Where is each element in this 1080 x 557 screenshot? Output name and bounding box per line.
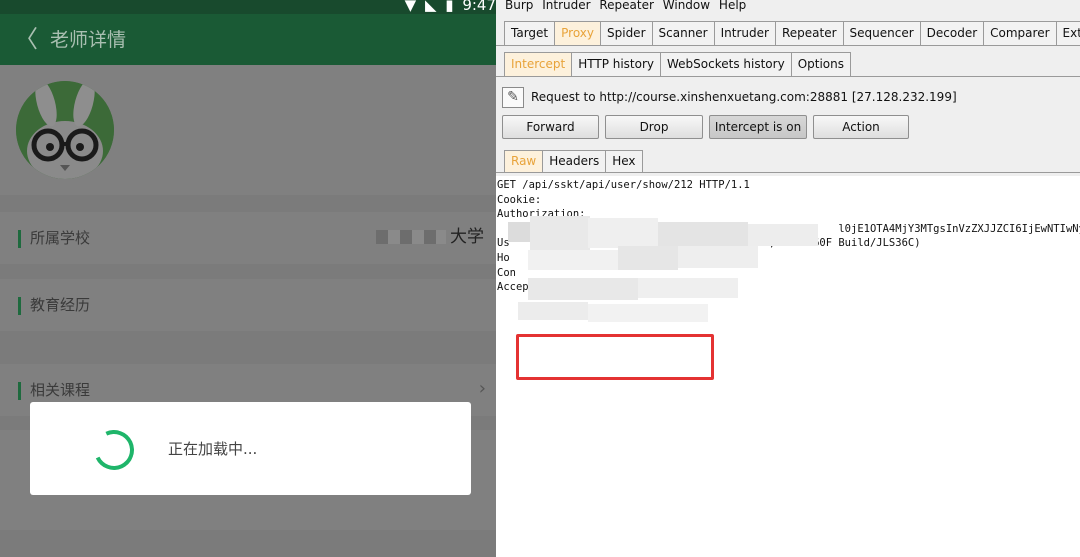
blurred-text bbox=[376, 230, 446, 244]
redaction-mosaic bbox=[508, 216, 868, 326]
drop-button[interactable]: Drop bbox=[605, 115, 703, 139]
back-arrow-icon[interactable]: 〈 bbox=[14, 26, 38, 52]
battery-icon: ▮ bbox=[445, 0, 454, 14]
tab-target[interactable]: Target bbox=[504, 21, 556, 45]
tab-spider[interactable]: Spider bbox=[600, 21, 653, 45]
tab-divider bbox=[496, 45, 1080, 46]
android-app-screen: ▼ ◣ ▮ 9:47 〈 老师详情 所属学校 大学 教育经历 相关课程 › 正在… bbox=[0, 0, 496, 557]
request-editor[interactable]: GET /api/sskt/api/user/show/212 HTTP/1.1… bbox=[496, 176, 1080, 557]
status-time: 9:47 bbox=[462, 0, 496, 14]
tab-comparer[interactable]: Comparer bbox=[983, 21, 1057, 45]
row-accent-bar bbox=[18, 382, 21, 400]
loading-dialog: 正在加载中... bbox=[30, 402, 471, 495]
tab-decoder[interactable]: Decoder bbox=[919, 21, 985, 45]
page-title: 老师详情 bbox=[50, 29, 127, 51]
tab-hex[interactable]: Hex bbox=[605, 150, 643, 172]
tab-divider bbox=[496, 172, 1080, 173]
menu-help[interactable]: Help bbox=[719, 0, 746, 12]
request-line: GET /api/sskt/api/user/show/212 HTTP/1.1 bbox=[497, 179, 750, 191]
edit-pencil-icon[interactable]: ✎ bbox=[502, 87, 524, 108]
tab-sequencer[interactable]: Sequencer bbox=[842, 21, 921, 45]
tab-raw[interactable]: Raw bbox=[504, 150, 544, 172]
tab-scanner[interactable]: Scanner bbox=[651, 21, 715, 45]
menu-intruder[interactable]: Intruder bbox=[542, 0, 590, 12]
avatar bbox=[16, 81, 114, 179]
tab-intercept[interactable]: Intercept bbox=[504, 52, 573, 76]
education-label: 教育经历 bbox=[30, 296, 91, 314]
status-icons: ▼ ◣ ▮ 9:47 bbox=[401, 0, 496, 14]
request-line: Cookie: bbox=[497, 193, 542, 206]
teacher-header-card bbox=[0, 65, 496, 195]
message-view-tabs: Raw Headers Hex bbox=[504, 150, 643, 174]
spinner-icon bbox=[88, 424, 140, 476]
menu-repeater[interactable]: Repeater bbox=[599, 0, 654, 12]
menu-burp[interactable]: Burp bbox=[505, 0, 533, 12]
school-value: 大学 bbox=[376, 226, 484, 248]
burp-chrome: Burp Intruder Repeater Window Help Targe… bbox=[496, 0, 1080, 176]
tab-headers[interactable]: Headers bbox=[542, 150, 607, 172]
signal-icon: ◣ bbox=[424, 0, 437, 14]
action-button[interactable]: Action bbox=[813, 115, 909, 139]
main-tabs: Target Proxy Spider Scanner Intruder Repeater… bbox=[504, 21, 1080, 46]
burp-suite-window: Burp Intruder Repeater Window Help Targe… bbox=[496, 0, 1080, 557]
school-row[interactable]: 所属学校 大学 bbox=[0, 212, 496, 264]
education-row[interactable]: 教育经历 bbox=[0, 279, 496, 331]
menu-window[interactable]: Window bbox=[663, 0, 710, 12]
menu-bar: Burp Intruder Repeater Window Help bbox=[505, 0, 751, 12]
intercept-toggle-button[interactable]: Intercept is on bbox=[709, 115, 807, 139]
tab-websockets-history[interactable]: WebSockets history bbox=[660, 52, 792, 76]
forward-button[interactable]: Forward bbox=[502, 115, 599, 139]
courses-label: 相关课程 bbox=[30, 381, 91, 399]
intercept-buttons: Forward Drop Intercept is on Action bbox=[502, 115, 915, 139]
proxy-tabs: Intercept HTTP history WebSockets history O… bbox=[504, 52, 851, 77]
tab-intruder[interactable]: Intruder bbox=[713, 21, 776, 45]
tab-http-history[interactable]: HTTP history bbox=[571, 52, 662, 76]
school-label: 所属学校 bbox=[30, 229, 91, 247]
wifi-icon: ▼ bbox=[404, 0, 417, 14]
tab-extender[interactable]: Extender bbox=[1055, 21, 1080, 45]
tab-options[interactable]: Options bbox=[790, 52, 851, 76]
tab-proxy[interactable]: Proxy bbox=[554, 21, 601, 45]
row-accent-bar bbox=[18, 297, 21, 315]
rabbit-glasses-icon bbox=[16, 81, 114, 179]
tab-repeater[interactable]: Repeater bbox=[774, 21, 844, 45]
app-bar: 〈 老师详情 bbox=[0, 14, 496, 65]
status-bar: ▼ ◣ ▮ 9:47 bbox=[0, 0, 496, 14]
loading-text: 正在加载中... bbox=[168, 440, 258, 458]
highlight-box bbox=[516, 334, 714, 380]
chevron-right-icon: › bbox=[478, 378, 486, 399]
tab-divider bbox=[496, 76, 1080, 77]
request-target: Request to http://course.xinshenxuetang.… bbox=[531, 90, 957, 104]
row-accent-bar bbox=[18, 230, 21, 248]
